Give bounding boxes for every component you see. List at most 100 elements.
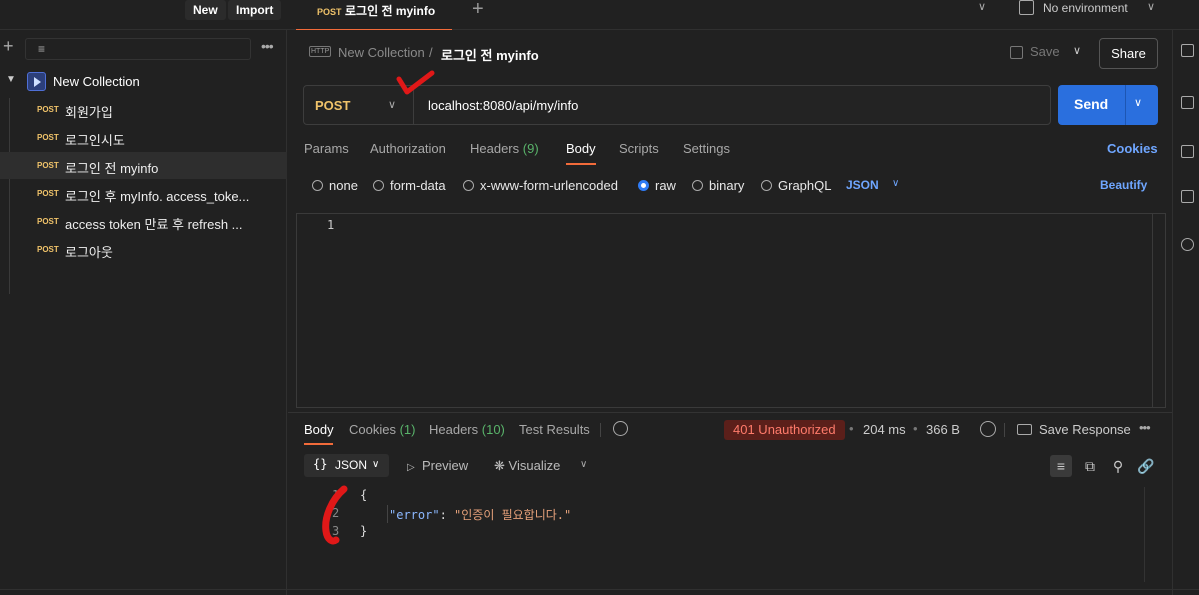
tabs-chevron-down-icon[interactable]: ∨	[978, 0, 986, 13]
braces-icon: {}	[313, 457, 328, 471]
active-tab-underline	[304, 443, 333, 445]
wrap-lines-icon[interactable]: ≡	[1050, 455, 1072, 477]
save-button[interactable]: Save	[1010, 44, 1060, 60]
sidebar-request-item[interactable]: POST 로그인 후 myInfo. access_toke...	[0, 180, 287, 207]
copy-icon[interactable]: ⧉	[1079, 455, 1101, 477]
response-tab-cookies[interactable]: Cookies (1)	[349, 422, 415, 437]
response-body-viewer[interactable]: 1 2 3 { "error": "인증이 필요합니다." }	[296, 483, 1156, 583]
sidebar-request-item[interactable]: POST 회원가입	[0, 96, 287, 123]
radio-label: form-data	[390, 178, 446, 193]
radio-label: raw	[655, 178, 676, 193]
sidebar-request-item[interactable]: POST 로그인시도	[0, 124, 287, 151]
http-icon: HTTP	[309, 46, 332, 57]
related-icon[interactable]	[1181, 190, 1194, 203]
sidebar-request-item[interactable]: POST 로그아웃	[0, 236, 287, 263]
chevron-down-icon: ∨	[1147, 1, 1156, 13]
tab-method: POST	[317, 7, 342, 17]
body-language-select[interactable]: JSON	[846, 178, 879, 192]
globe-icon[interactable]	[980, 421, 996, 437]
new-button[interactable]: New	[185, 0, 226, 20]
new-tab-plus-icon[interactable]: +	[472, 0, 484, 21]
sidebar-request-item-selected[interactable]: POST 로그인 전 myinfo	[0, 152, 287, 179]
search-icon[interactable]: ⚲	[1107, 455, 1129, 477]
visualize-label: Visualize	[508, 458, 561, 473]
tab-settings[interactable]: Settings	[683, 141, 730, 156]
radio-raw[interactable]: raw	[638, 178, 676, 193]
info-icon[interactable]	[1181, 238, 1194, 251]
save-chevron-down-icon[interactable]: ∨	[1073, 44, 1081, 57]
sidebar-search-input[interactable]: ≡	[25, 38, 251, 60]
breadcrumb-request[interactable]: 로그인 전 myinfo	[441, 45, 539, 64]
request-name: 로그인시도	[65, 133, 125, 148]
add-icon[interactable]: +	[3, 36, 14, 57]
sidebar: + ≡ ••• ▼ New Collection POST 회원가입 POST …	[0, 30, 287, 595]
editor-scrollbar[interactable]	[1152, 214, 1165, 407]
beautify-button[interactable]: Beautify	[1100, 178, 1147, 192]
method-select[interactable]: POST	[315, 98, 350, 113]
no-environment-icon	[1019, 0, 1034, 15]
more-icon[interactable]: •••	[261, 38, 274, 54]
visualize-icon: ❋	[494, 458, 505, 473]
response-format-select[interactable]: {} JSON ∨	[304, 454, 389, 477]
pane-divider[interactable]	[288, 412, 1172, 413]
divider	[1125, 85, 1126, 125]
radio-form-data[interactable]: form-data	[373, 178, 446, 193]
history-icon[interactable]	[613, 421, 628, 436]
request-method: POST	[37, 217, 59, 226]
import-button[interactable]: Import	[228, 0, 282, 20]
collection-item[interactable]: ▼ New Collection	[0, 70, 287, 94]
preview-label: Preview	[421, 458, 469, 473]
cookies-link[interactable]: Cookies	[1107, 141, 1158, 156]
breadcrumb-collection[interactable]: New Collection	[338, 45, 425, 60]
radio-binary[interactable]: binary	[692, 178, 744, 193]
radio-circle-selected	[638, 180, 649, 191]
json-value: "인증이 필요합니다."	[454, 508, 572, 522]
url-input[interactable]: localhost:8080/api/my/info	[428, 98, 578, 113]
response-size[interactable]: 366 B	[926, 422, 960, 437]
visualize-button[interactable]: ❋ Visualize	[494, 458, 560, 474]
headers-count: (9)	[522, 141, 539, 156]
chevron-down-icon[interactable]: ∨	[892, 178, 899, 189]
json-open-brace: {	[360, 488, 368, 502]
indent-guide	[387, 505, 388, 523]
comments-icon[interactable]	[1181, 96, 1194, 109]
response-tab-body[interactable]: Body	[304, 422, 334, 437]
radio-graphql[interactable]: GraphQL	[761, 178, 831, 193]
radio-urlencoded[interactable]: x-www-form-urlencoded	[463, 178, 618, 193]
tab-authorization[interactable]: Authorization	[370, 141, 446, 156]
format-label: JSON	[335, 458, 368, 472]
request-body-editor[interactable]: 1	[296, 213, 1166, 408]
documentation-icon[interactable]	[1181, 44, 1194, 57]
tab-body[interactable]: Body	[566, 141, 596, 156]
separator-dot: •	[849, 421, 854, 436]
request-method: POST	[37, 105, 59, 114]
send-button[interactable]: Send ∨	[1058, 85, 1158, 125]
response-scrollbar[interactable]	[1144, 487, 1145, 582]
save-response-button[interactable]: Save Response	[1017, 422, 1131, 437]
tab-label: Cookies	[349, 422, 396, 437]
save-response-icon	[1017, 424, 1032, 435]
chevron-down-icon[interactable]: ∨	[388, 98, 396, 111]
environment-selector[interactable]: No environment ∨	[1019, 0, 1159, 20]
response-time[interactable]: 204 ms	[863, 422, 906, 437]
response-tab-headers[interactable]: Headers (10)	[429, 422, 505, 437]
tab-params[interactable]: Params	[304, 141, 349, 156]
send-options-chevron-icon[interactable]: ∨	[1134, 96, 1142, 109]
request-method: POST	[37, 245, 59, 254]
preview-button[interactable]: ▷ Preview	[407, 458, 468, 473]
more-icon[interactable]: •••	[1139, 420, 1151, 435]
tab-headers[interactable]: Headers (9)	[470, 141, 539, 156]
link-icon[interactable]: 🔗	[1135, 455, 1157, 477]
radio-none[interactable]: none	[312, 178, 358, 193]
request-tab-active[interactable]: POST 로그인 전 myinfo	[296, 0, 452, 30]
right-rail	[1172, 30, 1199, 595]
share-button[interactable]: Share	[1099, 38, 1158, 69]
code-icon[interactable]	[1181, 145, 1194, 158]
response-tab-test-results[interactable]: Test Results	[519, 422, 590, 437]
chevron-down-icon[interactable]: ∨	[580, 459, 587, 470]
collapse-arrow-icon[interactable]: ▼	[6, 74, 16, 85]
tab-scripts[interactable]: Scripts	[619, 141, 659, 156]
sidebar-request-item[interactable]: POST access token 만료 후 refresh ...	[0, 208, 287, 235]
chevron-down-icon: ∨	[372, 459, 380, 470]
status-badge[interactable]: 401 Unauthorized	[724, 420, 845, 440]
